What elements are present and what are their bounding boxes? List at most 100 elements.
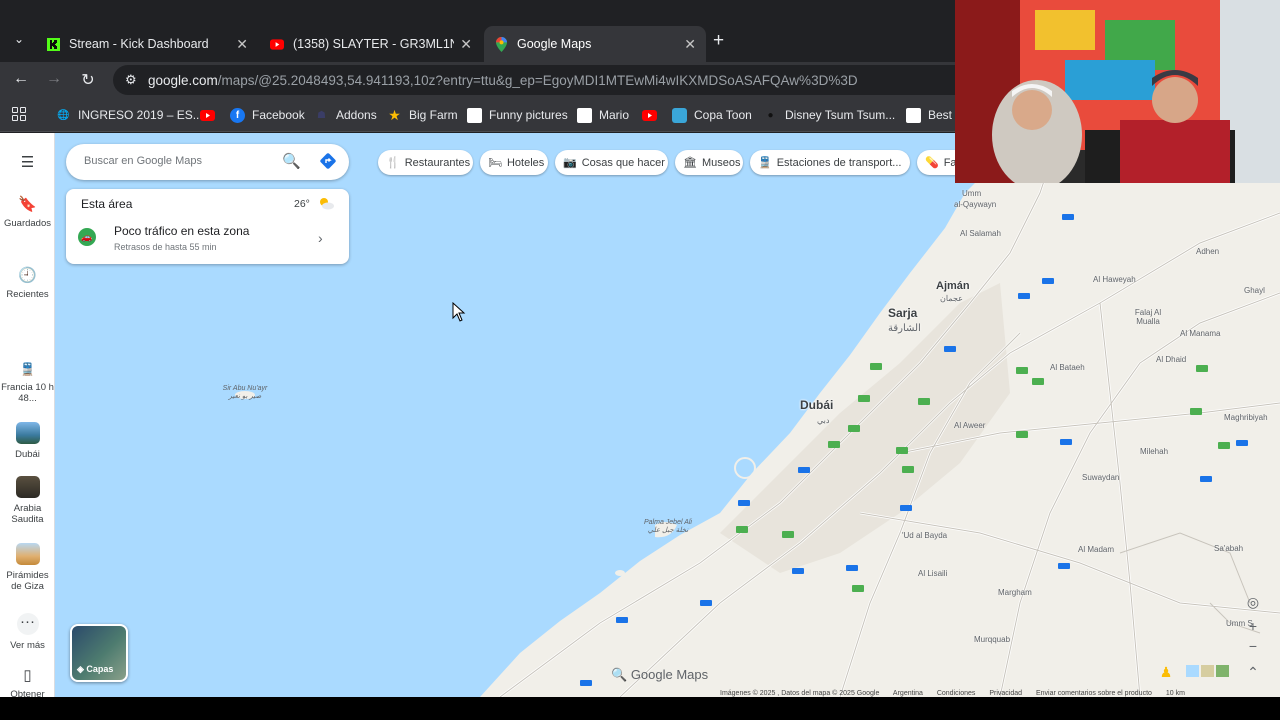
camera-icon: 📷	[563, 157, 577, 169]
bookmark-youtube[interactable]	[200, 106, 222, 124]
chip-things-to-do[interactable]: 📷 Cosas que hacer	[555, 150, 668, 175]
search-input[interactable]: Buscar en Google Maps	[84, 155, 202, 167]
recent-place-saudi[interactable]: Arabia Saudita	[0, 476, 55, 525]
recent-place-francia[interactable]: 🚆 Francia 10 h 48...	[0, 361, 55, 404]
map-label-ajman-ar: عجمان	[940, 294, 963, 303]
chip-restaurants[interactable]: 🍴 Restaurantes	[378, 150, 473, 175]
train-icon: 🚆	[758, 157, 772, 169]
close-icon[interactable]: ✕	[460, 36, 472, 53]
recent-place-giza[interactable]: Pirámides de Giza	[0, 543, 55, 592]
tab-google-maps[interactable]: Google Maps ✕	[484, 26, 706, 62]
map-label-umm: Umm	[962, 189, 982, 198]
tab-title: Google Maps	[517, 37, 592, 51]
area-info-card[interactable]: Esta área 26° 🚗 Poco tráfico en esta zon…	[66, 189, 349, 264]
map-type-thumbnails[interactable]	[1184, 662, 1232, 682]
new-tab-button[interactable]: +	[713, 30, 724, 52]
tab-search-button[interactable]: ⌄	[8, 27, 30, 51]
bookmark-addons[interactable]: ☗ Addons	[314, 106, 377, 124]
more-button[interactable]: ··· Ver más	[0, 613, 55, 651]
search-icon[interactable]: 🔍	[282, 152, 301, 170]
map-label-murqquab: Murqquab	[974, 635, 1011, 644]
bookmark-mario[interactable]: Mario	[577, 106, 629, 124]
apps-grid-icon[interactable]	[12, 107, 26, 121]
hamburger-icon: ☰	[20, 154, 35, 171]
bookmark-ingreso[interactable]: 🌐 INGRESO 2019 – ES...	[56, 106, 202, 124]
get-app-button[interactable]: ▯ Obtener	[0, 667, 55, 701]
train-icon: 🚆	[20, 362, 35, 376]
chevron-up-icon[interactable]: ⌃	[1241, 662, 1265, 682]
google-maps-logo: 🔍 Google Maps	[611, 667, 709, 682]
recent-button[interactable]: 🕘 Recientes	[0, 267, 55, 301]
history-icon: 🕘	[18, 267, 37, 284]
terms-link[interactable]: Condiciones	[937, 690, 976, 697]
map-label-ud-al-bayda: 'Ud al Bayda	[902, 531, 948, 540]
map-label-al-aweer: Al Aweer	[954, 421, 986, 430]
recent-place-dubai[interactable]: Dubái	[0, 422, 55, 460]
chip-transit[interactable]: 🚆 Estaciones de transport...	[750, 150, 910, 175]
phone-icon: ▯	[23, 667, 32, 684]
back-button[interactable]: ←	[11, 70, 31, 88]
webcam-overlay	[955, 0, 1280, 183]
map-label-ghayl: Ghayl	[1244, 286, 1265, 295]
map-label-maghribiyah: Maghribiyah	[1224, 413, 1268, 422]
maps-sidebar: ☰ 🔖 Guardados 🕘 Recientes 🚆 Francia 10 h…	[0, 133, 55, 701]
chevron-right-icon[interactable]: ›	[318, 230, 323, 246]
traffic-delays: Retrasos de hasta 55 min	[114, 242, 217, 252]
scale-label: 10 km	[1165, 690, 1185, 697]
close-icon[interactable]: ✕	[236, 36, 248, 53]
area-title: Esta área	[81, 197, 133, 211]
region-link[interactable]: Argentina	[893, 690, 923, 697]
map-label-al-bataeh: Al Bataeh	[1050, 363, 1085, 372]
search-box[interactable]: Buscar en Google Maps 🔍	[66, 144, 349, 180]
bookmark-funny-pictures[interactable]: Funny pictures	[467, 106, 568, 124]
address-bar[interactable]: ⚙ google.com/maps/@25.2048493,54.941193,…	[113, 65, 1013, 95]
map-label-al-haweyah: Al Haweyah	[1093, 275, 1136, 284]
zoom-in-button[interactable]: +	[1241, 616, 1265, 636]
bookmark-icon: 🔖	[18, 196, 37, 213]
chip-museums[interactable]: 🏛 Museos	[675, 150, 743, 175]
reload-button[interactable]: ↻	[78, 70, 98, 90]
map-label-adhen: Adhen	[1196, 247, 1220, 256]
page-icon	[467, 107, 482, 123]
map-label-milehah: Milehah	[1140, 447, 1169, 456]
partly-sunny-icon	[318, 196, 334, 210]
saudi-thumb	[15, 476, 40, 498]
kick-icon	[46, 37, 60, 51]
bookmark-copa-toon[interactable]: Copa Toon	[672, 106, 752, 124]
map-label-dubai-ar: دبي	[817, 416, 830, 425]
map-label-saabah: Sa'abah	[1214, 544, 1244, 553]
tab-youtube[interactable]: (1358) SLAYTER - GR3ML1N 🎒 ✕	[260, 26, 482, 62]
tab-title: (1358) SLAYTER - GR3ML1N 🎒	[293, 36, 455, 51]
tab-title: Stream - Kick Dashboard	[69, 37, 209, 51]
layers-button[interactable]: ◈ Capas	[70, 624, 128, 682]
site-settings-icon[interactable]: ⚙	[125, 72, 137, 88]
copatoon-icon	[672, 107, 687, 123]
youtube-icon	[270, 37, 284, 51]
close-icon[interactable]: ✕	[684, 36, 696, 53]
bookmark-disney-tsum[interactable]: ● Disney Tsum Tsum...	[763, 106, 895, 124]
disney-icon: ●	[767, 109, 774, 121]
bookmark-big-farm[interactable]: ★ Big Farm	[387, 106, 457, 124]
tab-kick[interactable]: Stream - Kick Dashboard ✕	[36, 26, 258, 62]
car-icon: 🚗	[78, 228, 96, 246]
bookmark-best[interactable]: Best v	[906, 106, 961, 124]
screen: ⌄ Stream - Kick Dashboard ✕ (1358) SLAYT…	[0, 0, 1280, 720]
bookmark-facebook[interactable]: f Facebook	[230, 106, 305, 124]
bookmark-youtube-2[interactable]	[642, 106, 664, 124]
my-location-icon[interactable]: ◎	[1241, 592, 1265, 612]
privacy-link[interactable]: Privacidad	[989, 690, 1022, 697]
chip-hotels[interactable]: 🛏 Hoteles	[480, 150, 548, 175]
directions-icon[interactable]	[319, 152, 337, 170]
saved-button[interactable]: 🔖 Guardados	[0, 196, 55, 230]
giza-thumb	[15, 543, 40, 565]
zoom-out-button[interactable]: −	[1241, 636, 1265, 656]
map-label-sarja-ar: الشارقة	[888, 323, 921, 334]
feedback-link[interactable]: Enviar comentarios sobre el producto	[1036, 690, 1152, 697]
maps-pin-icon	[494, 36, 508, 52]
facebook-icon: f	[230, 107, 245, 123]
street-view-pegman-icon[interactable]: ♟	[1154, 662, 1178, 682]
forward-button[interactable]: →	[44, 70, 64, 88]
map-label-al-manama: Al Manama	[1180, 329, 1221, 338]
bed-icon: 🛏	[488, 157, 502, 169]
menu-button[interactable]: ☰	[0, 155, 55, 176]
